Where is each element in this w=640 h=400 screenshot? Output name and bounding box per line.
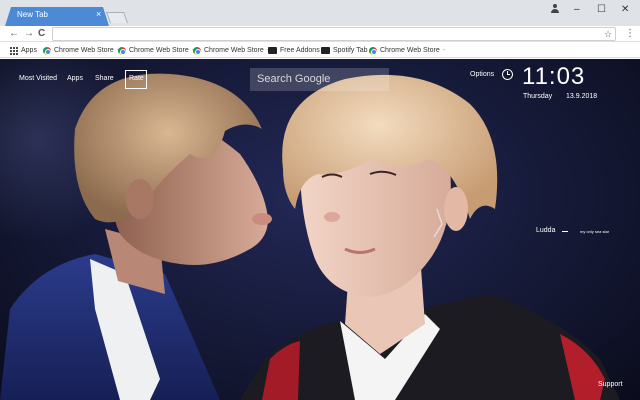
spotify-tab-icon: [321, 47, 330, 54]
most-visited-link[interactable]: Most Visited: [19, 75, 57, 82]
bookmarks-bar: Apps Chrome Web Store - Chrome Web Store…: [0, 43, 640, 58]
menu-icon[interactable]: ⋮: [625, 27, 635, 41]
chrome-icon: [43, 46, 51, 55]
title-bar: New Tab × – ☐ ✕: [0, 0, 640, 26]
bookmark-apps[interactable]: Apps: [10, 45, 37, 56]
bookmark-label: Chrome Web Store: [204, 47, 264, 54]
bookmark-chrome-web-store[interactable]: Chrome Web Store -: [369, 45, 445, 56]
rate-button[interactable]: Rate: [125, 70, 147, 89]
close-window-icon[interactable]: ✕: [621, 4, 629, 15]
rate-label: Rate: [129, 75, 144, 82]
reload-icon[interactable]: C: [38, 27, 45, 41]
apps-link[interactable]: Apps: [67, 75, 83, 82]
bookmark-label: Apps: [21, 47, 37, 54]
bookmark-label: Free Addons: [280, 47, 320, 54]
date-day: Thursday: [523, 93, 553, 100]
chrome-icon: [193, 46, 201, 55]
quote-text: my only sea star: [580, 229, 610, 234]
chrome-icon: [118, 46, 126, 55]
quote-author: Ludda: [536, 227, 556, 234]
free-addons-icon: [268, 47, 277, 54]
support-link[interactable]: Support: [598, 381, 623, 388]
new-tab-button[interactable]: [105, 12, 129, 23]
address-bar[interactable]: [52, 27, 616, 41]
date-value: 13.9.2018: [566, 93, 598, 100]
clock-time: 11:03: [522, 63, 586, 90]
bookmark-label: Spotify Tab: [333, 47, 368, 54]
bookmark-star-icon[interactable]: ☆: [604, 27, 612, 41]
search-input[interactable]: Search Google: [250, 68, 389, 91]
bookmark-chrome-web-store[interactable]: Chrome Web Store -: [118, 45, 194, 56]
tab-close-icon[interactable]: ×: [96, 9, 101, 19]
share-link[interactable]: Share: [95, 75, 114, 82]
search-placeholder: Search Google: [257, 73, 331, 85]
options-link[interactable]: Options: [470, 71, 494, 78]
minimize-icon[interactable]: –: [574, 4, 580, 15]
new-tab-page: Most Visited Apps Share Rate Search Goog…: [0, 59, 640, 400]
toolbar: ← → C ☆ ⋮: [0, 26, 640, 42]
bookmark-free-addons[interactable]: Free Addons: [268, 45, 320, 56]
bookmark-chrome-web-store[interactable]: Chrome Web Store -: [43, 45, 119, 56]
forward-icon[interactable]: →: [24, 27, 34, 41]
back-icon[interactable]: ←: [9, 27, 19, 41]
chrome-icon: [369, 46, 377, 55]
bookmark-label: Chrome Web Store: [129, 47, 189, 54]
bookmark-label: Chrome Web Store: [54, 47, 114, 54]
bookmark-chrome-web-store[interactable]: Chrome Web Store -: [193, 45, 269, 56]
bookmark-spotify-tab[interactable]: Spotify Tab: [321, 45, 368, 56]
clock-icon[interactable]: [502, 69, 513, 80]
maximize-icon[interactable]: ☐: [597, 4, 606, 15]
apps-grid-icon: [10, 46, 18, 55]
tab-title: New Tab: [17, 10, 48, 19]
tab-new-tab[interactable]: New Tab ×: [5, 7, 109, 26]
profile-icon[interactable]: [551, 4, 559, 13]
bookmark-label: Chrome Web Store: [380, 47, 440, 54]
quote-divider: [562, 231, 568, 232]
